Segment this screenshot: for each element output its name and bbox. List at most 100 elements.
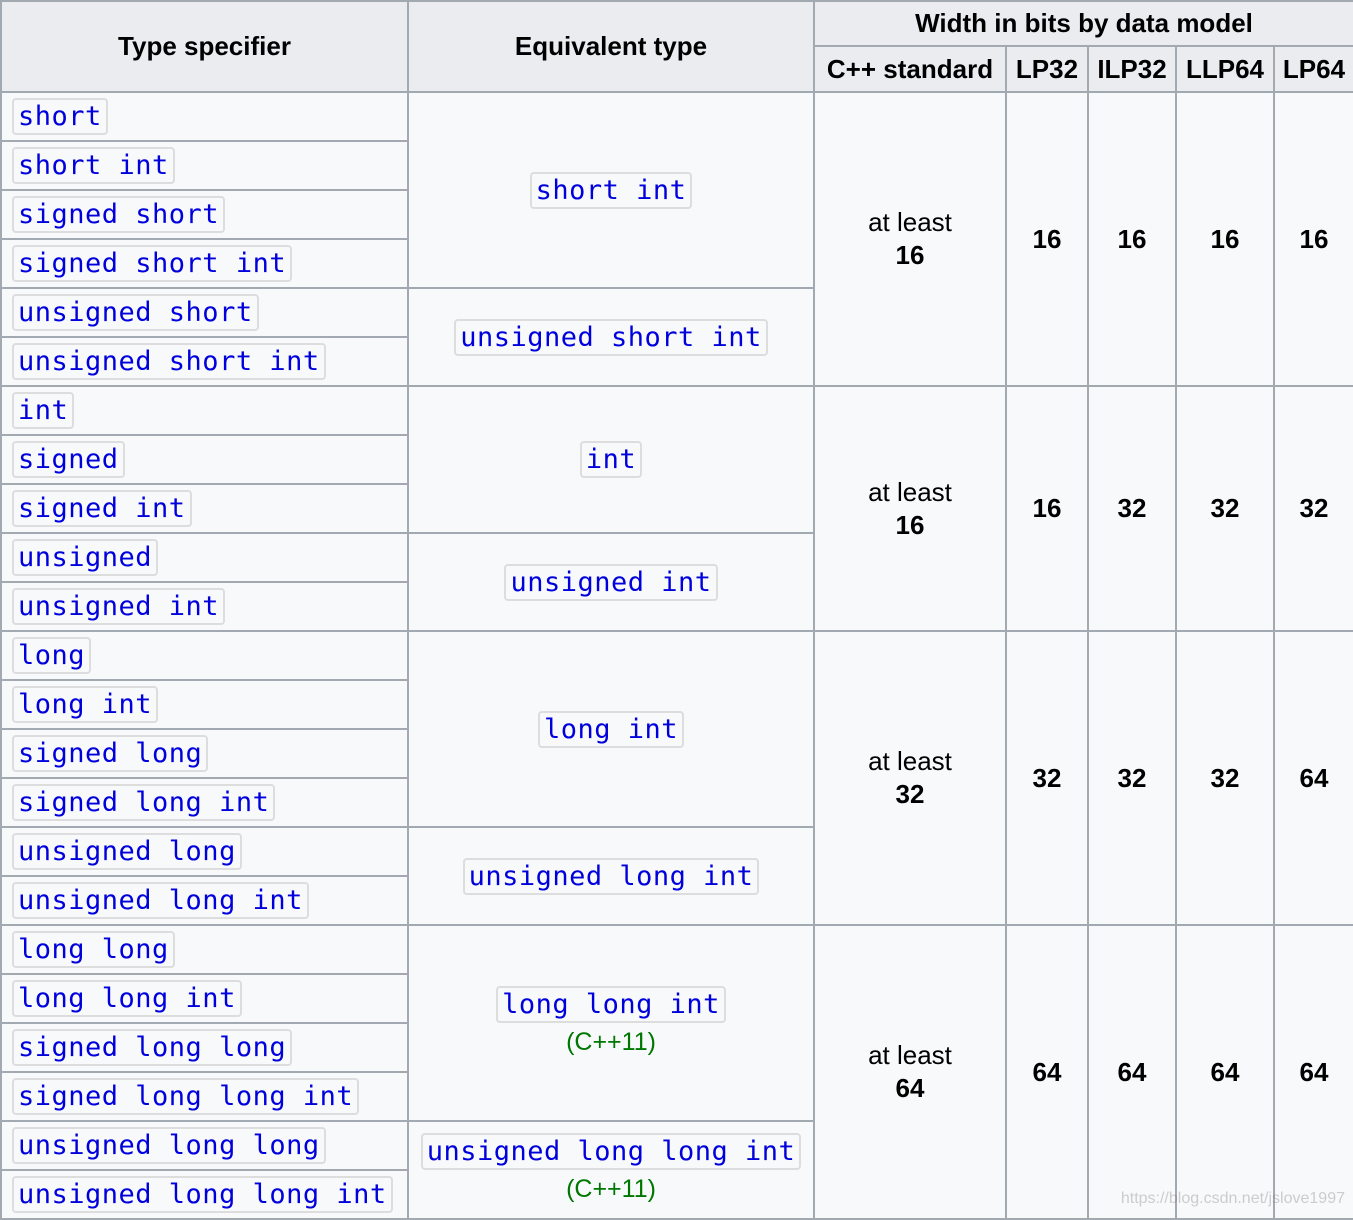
- equivalent-type-link[interactable]: unsigned short int: [454, 318, 768, 356]
- type-specifier-link[interactable]: unsigned short: [12, 294, 259, 331]
- type-specifier-cell: int: [0, 385, 409, 436]
- type-specifier-link[interactable]: long long int: [12, 980, 242, 1017]
- type-specifier-link[interactable]: int: [12, 392, 75, 429]
- equivalent-type-cell: unsigned long long int (C++11): [407, 1120, 815, 1220]
- type-specifier-cell: unsigned long: [0, 826, 409, 877]
- standard-width-value: 16: [895, 240, 925, 270]
- type-specifier-cell: short: [0, 91, 409, 142]
- type-specifier-link[interactable]: signed long long int: [12, 1078, 360, 1115]
- type-specifier-link[interactable]: unsigned long long int: [12, 1176, 393, 1213]
- lp32-width: 16: [1005, 91, 1089, 387]
- at-least-label: at least: [868, 746, 952, 776]
- type-specifier-cell: long long: [0, 924, 409, 975]
- type-specifier-cell: short int: [0, 140, 409, 191]
- type-specifier-link[interactable]: signed short int: [12, 245, 293, 282]
- header-width-group: Width in bits by data model: [812, 0, 1353, 47]
- cpp11-note[interactable]: (C++11): [409, 1028, 813, 1057]
- equivalent-type-cell: unsigned int: [407, 532, 815, 632]
- header-cpp-standard: C++ standard: [813, 45, 1007, 93]
- equivalent-type-link[interactable]: short int: [529, 171, 693, 209]
- header-equivalent-type: Equivalent type: [407, 0, 815, 93]
- equivalent-type-cell: unsigned short int: [407, 287, 815, 387]
- lp32-width: 32: [1005, 630, 1089, 926]
- type-specifier-cell: signed long: [0, 728, 409, 779]
- type-specifier-cell: unsigned long long int: [0, 1169, 409, 1220]
- header-llp64: LLP64: [1175, 45, 1275, 93]
- cpp-standard-width: at least 32: [813, 630, 1007, 926]
- llp64-width: 32: [1175, 630, 1275, 926]
- watermark: https://blog.csdn.net/jslove1997: [1120, 1190, 1345, 1207]
- lp64-width: 64: [1272, 630, 1353, 926]
- at-least-label: at least: [868, 476, 952, 507]
- type-specifier-link[interactable]: unsigned: [12, 539, 159, 576]
- lp32-width: 64: [1005, 924, 1089, 1220]
- type-specifier-cell: signed: [0, 434, 409, 485]
- ilp32-width: 32: [1087, 385, 1177, 632]
- type-specifier-cell: signed short int: [0, 238, 409, 289]
- type-specifier-link[interactable]: signed: [12, 441, 125, 478]
- type-specifier-link[interactable]: unsigned long long: [12, 1127, 326, 1164]
- cpp-standard-width: at least 64: [813, 924, 1007, 1220]
- equivalent-type-cell: int: [407, 385, 815, 534]
- lp64-width: 32: [1272, 385, 1353, 632]
- equivalent-type-cell: long long int (C++11): [407, 924, 815, 1122]
- equivalent-type-link[interactable]: unsigned int: [504, 563, 718, 601]
- type-specifier-link[interactable]: short: [12, 98, 108, 135]
- type-specifier-cell: long long int: [0, 973, 409, 1024]
- standard-width-value: 64: [895, 1073, 925, 1103]
- type-specifier-cell: signed long int: [0, 777, 409, 828]
- type-specifier-link[interactable]: short int: [12, 147, 175, 184]
- equivalent-type-cell: long int: [407, 630, 815, 828]
- cpp-standard-width: at least 16: [813, 385, 1007, 632]
- header-lp32: LP32: [1005, 45, 1089, 93]
- equivalent-type-cell: short int: [407, 91, 815, 289]
- header-ilp32: ILP32: [1087, 45, 1177, 93]
- llp64-width: 16: [1175, 91, 1275, 387]
- type-specifier-link[interactable]: unsigned short int: [12, 343, 326, 380]
- type-specifier-cell: unsigned short: [0, 287, 409, 338]
- lp64-width: 64: [1272, 924, 1353, 1220]
- type-specifier-cell: unsigned int: [0, 581, 409, 632]
- lp64-width: 16: [1272, 91, 1353, 387]
- ilp32-width: 32: [1087, 630, 1177, 926]
- lp32-width: 16: [1005, 385, 1089, 632]
- type-specifier-cell: unsigned long int: [0, 875, 409, 926]
- standard-width-value: 16: [895, 509, 925, 540]
- equivalent-type-cell: unsigned long int: [407, 826, 815, 926]
- type-specifier-cell: signed long long int: [0, 1071, 409, 1122]
- ilp32-width: 16: [1087, 91, 1177, 387]
- equivalent-type-link[interactable]: unsigned long int: [462, 857, 760, 895]
- type-specifier-cell: unsigned: [0, 532, 409, 583]
- type-specifier-link[interactable]: signed long long: [12, 1029, 293, 1066]
- type-specifier-link[interactable]: long int: [12, 686, 159, 723]
- type-specifier-link[interactable]: signed short: [12, 196, 226, 233]
- type-specifier-cell: unsigned short int: [0, 336, 409, 387]
- integer-types-table: Type specifier Equivalent type Width in …: [0, 0, 1353, 1220]
- type-specifier-link[interactable]: signed long int: [12, 784, 276, 821]
- equivalent-type-link[interactable]: long int: [537, 710, 685, 748]
- header-lp64: LP64: [1272, 45, 1353, 93]
- llp64-width: 32: [1175, 385, 1275, 632]
- type-specifier-cell: long int: [0, 679, 409, 730]
- equivalent-type-link[interactable]: int: [579, 441, 643, 478]
- type-specifier-link[interactable]: long long: [12, 931, 175, 968]
- ilp32-width: 64: [1087, 924, 1177, 1220]
- type-specifier-link[interactable]: long: [12, 637, 92, 674]
- equivalent-type-link[interactable]: unsigned long long int: [420, 1133, 802, 1170]
- cpp11-note[interactable]: (C++11): [409, 1175, 813, 1204]
- cpp-standard-width: at least 16: [813, 91, 1007, 387]
- equivalent-type-link[interactable]: long long int: [496, 986, 726, 1023]
- type-specifier-link[interactable]: unsigned long: [12, 833, 242, 870]
- type-specifier-cell: signed long long: [0, 1022, 409, 1073]
- type-specifier-cell: signed short: [0, 189, 409, 240]
- type-specifier-cell: unsigned long long: [0, 1120, 409, 1171]
- type-specifier-link[interactable]: unsigned long int: [12, 882, 309, 919]
- header-type-specifier: Type specifier: [0, 0, 409, 93]
- type-specifier-link[interactable]: signed long: [12, 735, 209, 772]
- at-least-label: at least: [868, 207, 952, 237]
- type-specifier-link[interactable]: unsigned int: [12, 588, 226, 625]
- type-specifier-cell: signed int: [0, 483, 409, 534]
- standard-width-value: 32: [895, 779, 925, 809]
- type-specifier-link[interactable]: signed int: [12, 490, 192, 527]
- llp64-width: 64: [1175, 924, 1275, 1220]
